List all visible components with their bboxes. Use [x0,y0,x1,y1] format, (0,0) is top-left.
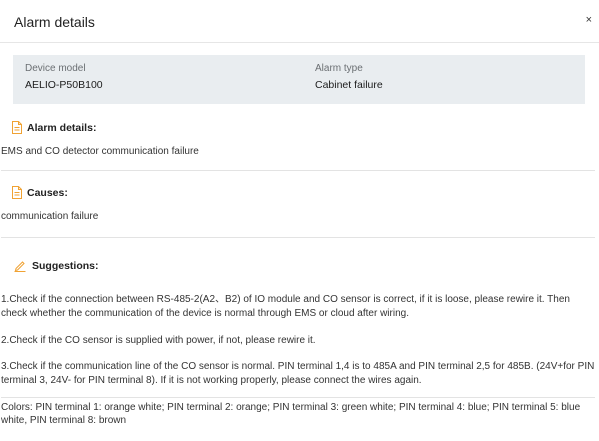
causes-title: Causes: [27,187,68,199]
alarm-type-field: Alarm type Cabinet failure [315,63,383,91]
suggestion-step-1: 1.Check if the connection between RS-485… [1,294,570,319]
suggestion-step-2: 2.Check if the CO sensor is supplied wit… [1,334,316,346]
alarm-details-text: EMS and CO detector communication failur… [1,146,199,157]
alarm-type-value: Cabinet failure [315,79,383,91]
suggestion-step-3: 3.Check if the communication line of the… [1,361,595,386]
device-model-field: Device model AELIO-P50B100 [25,63,103,91]
suggestions-section: Suggestions: 1.Check if the connection b… [1,259,595,441]
suggestion-colors: Colors: PIN terminal 1: orange white; PI… [1,401,581,427]
divider [1,237,595,238]
alarm-details-title: Alarm details: [27,122,97,134]
edit-pencil-icon [14,261,26,272]
divider [1,170,595,171]
causes-text: communication failure [1,211,99,222]
device-info-panel: Device model AELIO-P50B100 Alarm type Ca… [13,55,585,104]
alarm-details-dialog: Alarm details × Device model AELIO-P50B1… [0,0,599,426]
close-icon[interactable]: × [586,15,592,26]
suggestions-text: 1.Check if the connection between RS-485… [1,280,595,441]
alarm-details-section: Alarm details: EMS and CO detector commu… [1,121,595,158]
device-model-value: AELIO-P50B100 [25,79,103,91]
document-icon [12,121,22,134]
causes-section: Causes: communication failure [1,186,595,223]
suggestions-title: Suggestions: [32,260,99,272]
causes-header: Causes: [1,186,595,200]
dialog-title: Alarm details [14,14,95,30]
alarm-type-label: Alarm type [315,63,363,74]
document-icon [12,186,22,199]
dialog-header: Alarm details × [0,0,599,43]
suggestions-header: Suggestions: [1,259,595,273]
divider [1,397,595,398]
device-model-label: Device model [25,63,86,74]
alarm-details-header: Alarm details: [1,121,595,135]
